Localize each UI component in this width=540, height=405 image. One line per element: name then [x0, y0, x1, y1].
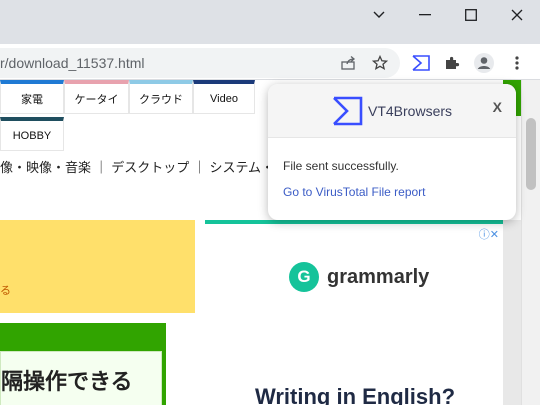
virustotal-report-link[interactable]: Go to VirusTotal File report — [283, 185, 426, 199]
page-scrollbar[interactable] — [521, 80, 540, 405]
tab-hobby[interactable]: HOBBY — [0, 117, 64, 151]
kebab-menu-icon — [515, 56, 519, 70]
profile-button[interactable] — [471, 50, 497, 76]
ad-choices-icon[interactable]: ⓘ✕ — [479, 226, 499, 242]
tab-cloud[interactable]: クラウド — [129, 80, 193, 114]
yellow-box-link[interactable]: る — [0, 282, 11, 298]
ad-headline: Writing in English? — [255, 384, 456, 405]
virustotal-extension-button[interactable] — [408, 50, 434, 76]
minimize-button[interactable] — [402, 0, 448, 30]
share-icon — [341, 56, 356, 70]
popup-message: File sent successfully. — [283, 159, 399, 173]
tab-kaden[interactable]: 家電 — [0, 80, 64, 114]
minimize-icon — [419, 14, 431, 16]
tab-label: ケータイ — [74, 93, 119, 106]
profile-icon — [474, 53, 494, 73]
extensions-button[interactable] — [439, 50, 465, 76]
ad-logo: G grammarly — [289, 262, 429, 292]
popup-header: VT4Browsers X — [268, 84, 516, 138]
maximize-icon — [465, 9, 477, 21]
close-icon — [511, 9, 523, 21]
tab-label: HOBBY — [12, 129, 52, 142]
tab-label: 家電 — [21, 93, 43, 106]
advertisement[interactable]: ⓘ✕ G grammarly Writing in English? — [205, 220, 503, 405]
tab-keitai[interactable]: ケータイ — [64, 80, 129, 114]
chevron-down-icon — [373, 11, 385, 18]
grammarly-logo-icon: G — [289, 262, 319, 292]
green-banner-text: 隔操作できる — [1, 370, 133, 395]
tab-label: Video — [210, 92, 238, 105]
bookmark-button[interactable] — [367, 50, 393, 76]
scrollbar-thumb[interactable] — [526, 118, 536, 190]
browser-toolbar: r/download_11537.html — [0, 44, 540, 80]
popup-title: VT4Browsers — [368, 103, 453, 119]
tab-label: クラウド — [139, 93, 183, 106]
popup-close-button[interactable]: X — [493, 99, 502, 115]
vt4browsers-popup: VT4Browsers X File sent successfully. Go… — [268, 84, 516, 220]
star-icon — [372, 55, 388, 71]
share-button[interactable] — [336, 50, 362, 76]
url-text[interactable]: r/download_11537.html — [0, 55, 145, 71]
maximize-button[interactable] — [448, 0, 494, 30]
ad-brand-name: grammarly — [327, 265, 430, 288]
green-banner-inner: 隔操作できる — [0, 351, 162, 405]
side-gray-column — [503, 220, 521, 405]
green-banner[interactable]: 隔操作できる — [0, 323, 166, 405]
tab-search-button[interactable] — [356, 0, 402, 30]
browser-titlebar — [0, 0, 540, 44]
virustotal-logo-icon — [333, 96, 363, 126]
virustotal-extension-icon — [412, 55, 430, 71]
tab-video[interactable]: Video — [193, 80, 255, 114]
yellow-notice-box: る — [0, 220, 195, 313]
menu-button[interactable] — [504, 50, 530, 76]
puzzle-icon — [446, 56, 460, 69]
category-nav[interactable]: 像・映像・音楽 ｜ デスクトップ ｜ システム・ — [0, 157, 274, 176]
close-window-button[interactable] — [494, 0, 540, 30]
